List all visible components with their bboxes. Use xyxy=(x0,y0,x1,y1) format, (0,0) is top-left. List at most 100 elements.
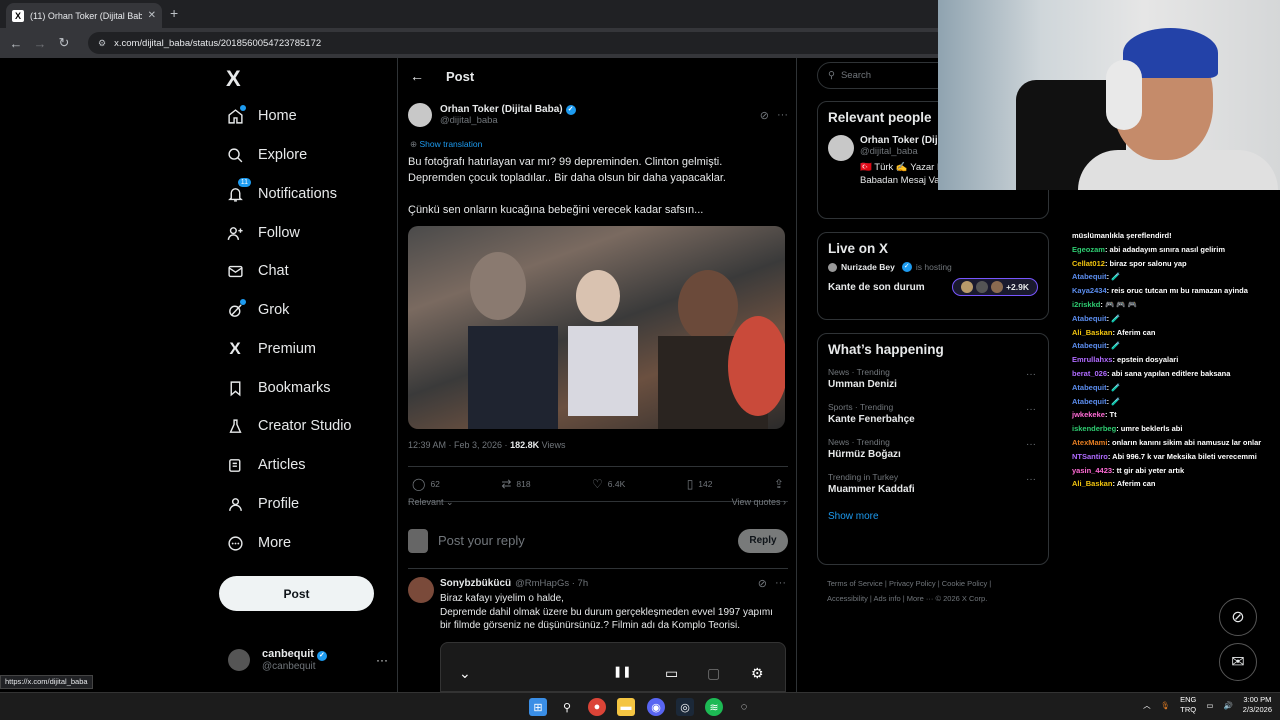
steam-icon[interactable]: ◎ xyxy=(676,698,694,716)
author-handle[interactable]: @dijital_baba xyxy=(440,115,576,126)
more-dots-icon[interactable]: ··· xyxy=(775,577,786,590)
chat-text: : biraz spor salonu yap xyxy=(1104,258,1187,268)
more-dots-icon[interactable]: ··· xyxy=(777,109,788,122)
nav-item-home[interactable]: Home xyxy=(226,101,297,131)
reply-input[interactable]: Post your reply xyxy=(438,533,738,548)
site-info-icon[interactable]: ⚙ xyxy=(98,38,106,49)
live-topic: Kante de son durum xyxy=(828,281,925,293)
spotify-icon[interactable]: ≋ xyxy=(705,698,723,716)
bookmark-action[interactable]: ▯ 142 xyxy=(687,477,713,491)
clock[interactable]: 3:00 PM 2/3/2026 xyxy=(1243,695,1272,715)
post-button[interactable]: Post xyxy=(219,576,374,611)
reply-button[interactable]: Reply xyxy=(738,528,788,553)
main-column: ← Post Orhan Toker (Dijital Baba) ✓ @diji… xyxy=(397,58,797,692)
share-action[interactable]: ⇪ xyxy=(774,477,784,491)
avatar xyxy=(991,281,1004,293)
show-more-link[interactable]: Show more xyxy=(818,501,1048,534)
chrome-icon[interactable]: ● xyxy=(588,698,606,716)
chat-text: : reis oruc tutcan mı bu ramazan ayinda xyxy=(1106,286,1248,296)
live-host-row[interactable]: Nurizade Bey ✓ is hosting xyxy=(818,260,1048,274)
new-tab-button[interactable]: + xyxy=(170,5,178,21)
more-dots-icon[interactable]: ··· xyxy=(1026,404,1036,415)
reply-author-handle[interactable]: @RmHapGs · 7h xyxy=(515,578,588,589)
footer-line[interactable]: Accessibility | Ads info | More ··· © 20… xyxy=(827,591,1047,606)
nav-item-explore[interactable]: Explore xyxy=(226,140,307,170)
windows-start-icon[interactable]: ⊞ xyxy=(529,698,547,716)
nav-item-grok[interactable]: Grok xyxy=(226,295,289,325)
more-dots-icon[interactable]: ··· xyxy=(1026,369,1036,380)
more-dots-icon[interactable]: ··· xyxy=(376,653,388,667)
nav-item-profile[interactable]: Profile xyxy=(226,489,299,519)
person-icon xyxy=(226,495,244,513)
author-name[interactable]: Orhan Toker (Dijital Baba) ✓ xyxy=(440,104,576,115)
author-avatar[interactable] xyxy=(408,103,432,127)
nav-label: Notifications xyxy=(258,186,337,202)
avatar[interactable] xyxy=(408,577,434,603)
nav-item-chat[interactable]: Chat xyxy=(226,256,289,286)
gear-icon[interactable]: ⚙ xyxy=(751,665,764,682)
nav-item-premium[interactable]: X Premium xyxy=(226,334,316,364)
reload-icon[interactable]: ↻ xyxy=(52,35,76,51)
search-icon[interactable]: ⚲ xyxy=(558,698,576,716)
nav-item-more[interactable]: More xyxy=(226,528,291,558)
trend-item[interactable]: News · Trending Umman Denizi ··· xyxy=(818,361,1048,396)
nav-item-bookmarks[interactable]: Bookmarks xyxy=(226,373,331,403)
chat-username: Egeozam xyxy=(1072,244,1105,254)
chevron-down-icon[interactable]: ⌄ xyxy=(459,665,471,682)
footer-line[interactable]: Terms of Service | Privacy Policy | Cook… xyxy=(827,576,1047,591)
grok-icon[interactable]: ⊘ xyxy=(760,109,769,122)
reply-author-name[interactable]: Sonybzbükücü xyxy=(440,578,511,589)
more-dots-icon[interactable]: ··· xyxy=(1026,474,1036,485)
chat-message: Ali_Baskan: Aferim can xyxy=(1072,326,1278,340)
grok-icon[interactable]: ⊘ xyxy=(758,577,767,590)
nav-item-follow[interactable]: Follow xyxy=(226,218,300,248)
chat-username: i2riskkd xyxy=(1072,299,1101,309)
close-tab-icon[interactable]: ✕ xyxy=(148,10,156,21)
x-logo-icon[interactable]: X xyxy=(226,66,241,92)
tweet-photo[interactable] xyxy=(408,226,785,429)
browser-tab[interactable]: X (11) Orhan Toker (Dijital Baba) o ✕ xyxy=(6,3,162,28)
repost-action[interactable]: ⇄ 818 xyxy=(501,477,530,491)
back-arrow-icon[interactable]: ← xyxy=(410,68,424,84)
trend-item[interactable]: Sports · Trending Kante Fenerbahçe ··· xyxy=(818,396,1048,431)
windows-taskbar: ⊞ ⚲ ● ▬ ◉ ◎ ≋ ◌ ︿ 🎙 ENG TRQ ▭ 🔊 3:00 PM 2/… xyxy=(0,692,1280,720)
folder-icon[interactable]: ▬ xyxy=(617,698,635,716)
forward-arrow-icon[interactable]: → xyxy=(28,36,52,51)
mail-icon[interactable]: ✉ xyxy=(1219,643,1257,681)
like-action[interactable]: ♡ 6.4K xyxy=(592,477,625,491)
account-switcher[interactable]: canbequit ✓ @canbequit ··· xyxy=(228,640,388,680)
reply-tweet[interactable]: Sonybzbükücü @RmHapGs · 7h ⊘ ··· Biraz ka… xyxy=(408,577,788,633)
volume-icon[interactable]: 🔊 xyxy=(1223,701,1232,710)
chevron-up-icon[interactable]: ︿ xyxy=(1143,700,1151,711)
view-quotes-link[interactable]: View quotes › xyxy=(732,497,786,508)
live-topic-row[interactable]: Kante de son durum +2.9K xyxy=(818,274,1048,306)
nav-item-creator-studio[interactable]: Creator Studio xyxy=(226,411,352,441)
pause-icon[interactable]: ❚❚ xyxy=(613,665,631,678)
captions-icon[interactable]: ▢ xyxy=(707,665,720,682)
nav-item-articles[interactable]: Articles xyxy=(226,450,306,480)
discord-icon[interactable]: ◉ xyxy=(647,698,665,716)
more-dots-icon[interactable]: ··· xyxy=(1026,439,1036,450)
tweet-time[interactable]: 12:39 AM · Feb 3, 2026 · xyxy=(408,440,510,450)
nav-item-notifications[interactable]: 11 Notifications xyxy=(226,178,337,209)
relevant-sort-dropdown[interactable]: Relevant ⌄ xyxy=(408,497,454,508)
reply-video[interactable]: ⌄ ❚❚ ▭ ▢ ⚙ xyxy=(440,642,786,692)
grok-icon[interactable]: ⊘ xyxy=(1219,598,1257,636)
url-text: x.com/dijital_baba/status/20185600547237… xyxy=(114,37,322,49)
url-input[interactable]: ⚙ x.com/dijital_baba/status/201856005472… xyxy=(88,32,948,54)
language-indicator[interactable]: ENG TRQ xyxy=(1180,695,1196,715)
listener-pill[interactable]: +2.9K xyxy=(952,278,1038,296)
chat-text: : Abi 996.7 k var Meksika bileti verecem… xyxy=(1107,451,1257,461)
show-translation-link[interactable]: ⊕ Show translation xyxy=(410,139,482,150)
verified-badge-icon: ✓ xyxy=(565,104,576,115)
trend-item[interactable]: News · Trending Hürmüz Boğazı ··· xyxy=(818,431,1048,466)
obs-icon[interactable]: ◌ xyxy=(735,698,753,716)
cast-icon[interactable]: ▭ xyxy=(665,665,678,682)
back-arrow-icon[interactable]: ← xyxy=(4,36,28,51)
page-title: Post xyxy=(446,68,475,84)
trend-item[interactable]: Trending in Turkey Muammer Kaddafi ··· xyxy=(818,466,1048,501)
network-icon[interactable]: ▭ xyxy=(1206,701,1213,710)
reply-action[interactable]: ◯ 62 xyxy=(412,477,440,491)
tweet-text: Bu fotoğrafı hatırlayan var mı? 99 depre… xyxy=(408,154,788,218)
microphone-icon[interactable]: 🎙 xyxy=(1161,701,1171,710)
